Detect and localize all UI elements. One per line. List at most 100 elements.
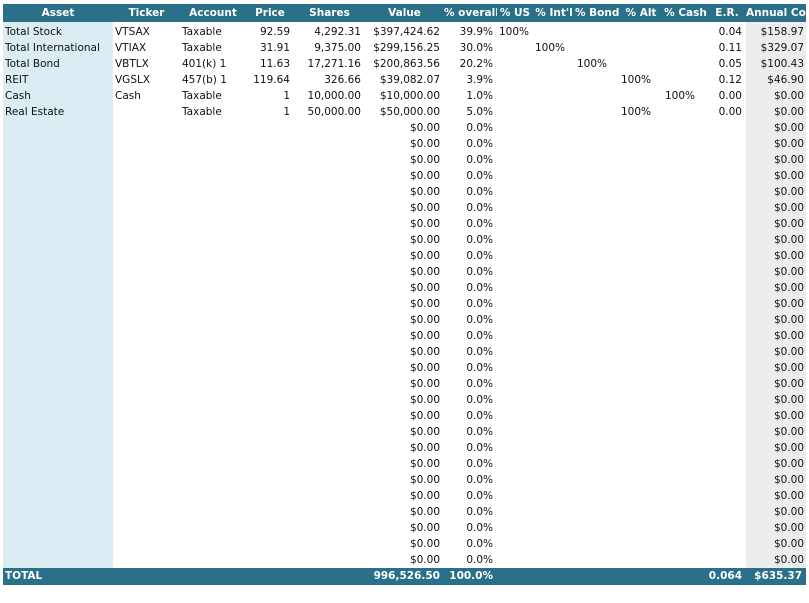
cell-us[interactable] (497, 200, 533, 216)
cell-alt[interactable] (619, 312, 663, 328)
cell-overall[interactable]: 5.0% (444, 104, 497, 120)
cell-er[interactable] (708, 264, 746, 280)
cell-cash[interactable] (663, 168, 708, 184)
cell-asset[interactable] (3, 232, 113, 248)
header-intl[interactable]: % Int'l (533, 4, 575, 22)
cell-us[interactable] (497, 40, 533, 56)
cell-asset[interactable] (3, 408, 113, 424)
cell-bond[interactable] (575, 488, 619, 504)
cell-intl[interactable] (533, 344, 575, 360)
total-cell[interactable] (533, 568, 575, 585)
cell-alt[interactable] (619, 22, 663, 40)
cell-price[interactable]: 119.64 (246, 72, 294, 88)
cell-us[interactable] (497, 360, 533, 376)
cell-overall[interactable]: 0.0% (444, 376, 497, 392)
cell-shares[interactable] (294, 216, 365, 232)
cell-intl[interactable] (533, 328, 575, 344)
cell-shares[interactable] (294, 424, 365, 440)
cell-intl[interactable] (533, 456, 575, 472)
cell-cost[interactable]: $0.00 (746, 488, 806, 504)
cell-er[interactable] (708, 136, 746, 152)
header-shares[interactable]: Shares (294, 4, 365, 22)
cell-overall[interactable]: 0.0% (444, 120, 497, 136)
cell-cost[interactable]: $0.00 (746, 552, 806, 568)
cell-er[interactable] (708, 392, 746, 408)
cell-cash[interactable] (663, 472, 708, 488)
cell-price[interactable]: 92.59 (246, 22, 294, 40)
cell-alt[interactable]: 100% (619, 72, 663, 88)
cell-asset[interactable]: Total International (3, 40, 113, 56)
cell-cost[interactable]: $158.97 (746, 22, 806, 40)
cell-ticker[interactable] (113, 472, 180, 488)
cell-ticker[interactable] (113, 392, 180, 408)
cell-account[interactable] (180, 168, 246, 184)
cell-shares[interactable] (294, 328, 365, 344)
cell-us[interactable] (497, 248, 533, 264)
cell-asset[interactable] (3, 216, 113, 232)
cell-cost[interactable]: $0.00 (746, 376, 806, 392)
cell-ticker[interactable] (113, 440, 180, 456)
cell-alt[interactable] (619, 264, 663, 280)
cell-shares[interactable] (294, 120, 365, 136)
cell-account[interactable] (180, 472, 246, 488)
cell-account[interactable]: Taxable (180, 22, 246, 40)
cell-cash[interactable] (663, 136, 708, 152)
cell-value[interactable]: $0.00 (365, 376, 444, 392)
cell-account[interactable] (180, 264, 246, 280)
cell-intl[interactable] (533, 200, 575, 216)
cell-value[interactable]: $0.00 (365, 520, 444, 536)
cell-alt[interactable] (619, 120, 663, 136)
cell-price[interactable] (246, 488, 294, 504)
cell-price[interactable] (246, 232, 294, 248)
cell-shares[interactable] (294, 232, 365, 248)
cell-cash[interactable] (663, 56, 708, 72)
cell-shares[interactable] (294, 200, 365, 216)
cell-us[interactable] (497, 152, 533, 168)
cell-alt[interactable] (619, 376, 663, 392)
cell-er[interactable]: 0.00 (708, 88, 746, 104)
cell-cash[interactable] (663, 104, 708, 120)
cell-cost[interactable]: $0.00 (746, 408, 806, 424)
cell-cash[interactable] (663, 520, 708, 536)
cell-ticker[interactable]: VTIAX (113, 40, 180, 56)
cell-cost[interactable]: $0.00 (746, 280, 806, 296)
cell-alt[interactable] (619, 40, 663, 56)
cell-overall[interactable]: 0.0% (444, 440, 497, 456)
cell-us[interactable] (497, 376, 533, 392)
cell-intl[interactable] (533, 168, 575, 184)
cell-shares[interactable] (294, 136, 365, 152)
cell-intl[interactable] (533, 120, 575, 136)
cell-cash[interactable]: 100% (663, 88, 708, 104)
cell-cash[interactable] (663, 264, 708, 280)
cell-bond[interactable] (575, 200, 619, 216)
cell-price[interactable] (246, 456, 294, 472)
cell-er[interactable] (708, 360, 746, 376)
cell-asset[interactable] (3, 344, 113, 360)
cell-intl[interactable] (533, 232, 575, 248)
cell-account[interactable] (180, 376, 246, 392)
cell-bond[interactable] (575, 360, 619, 376)
header-account[interactable]: Account (180, 4, 246, 22)
cell-overall[interactable]: 0.0% (444, 520, 497, 536)
cell-ticker[interactable] (113, 360, 180, 376)
cell-us[interactable] (497, 296, 533, 312)
cell-overall[interactable]: 0.0% (444, 152, 497, 168)
cell-overall[interactable]: 0.0% (444, 232, 497, 248)
cell-bond[interactable] (575, 504, 619, 520)
cell-er[interactable] (708, 232, 746, 248)
cell-bond[interactable] (575, 22, 619, 40)
cell-value[interactable]: $0.00 (365, 392, 444, 408)
cell-account[interactable] (180, 344, 246, 360)
cell-us[interactable] (497, 408, 533, 424)
cell-us[interactable] (497, 264, 533, 280)
cell-cost[interactable]: $0.00 (746, 344, 806, 360)
cell-ticker[interactable] (113, 424, 180, 440)
cell-us[interactable] (497, 424, 533, 440)
cell-alt[interactable] (619, 456, 663, 472)
cell-us[interactable] (497, 184, 533, 200)
cell-overall[interactable]: 3.9% (444, 72, 497, 88)
cell-alt[interactable] (619, 536, 663, 552)
cell-alt[interactable] (619, 328, 663, 344)
cell-us[interactable] (497, 168, 533, 184)
cell-er[interactable] (708, 296, 746, 312)
